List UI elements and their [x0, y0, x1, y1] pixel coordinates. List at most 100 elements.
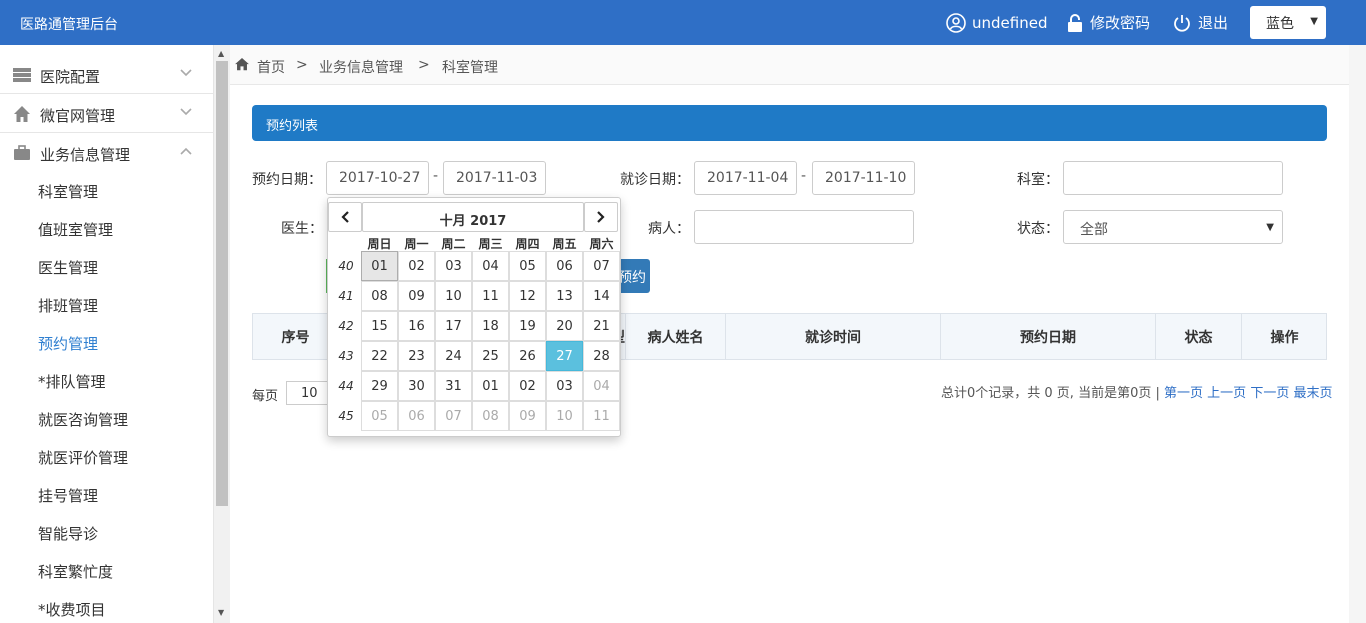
visit-date-to[interactable]: 2017-11-10	[812, 161, 915, 195]
theme-select[interactable]: 蓝色 ▼	[1250, 6, 1326, 39]
datepicker-day[interactable]: 01	[472, 371, 509, 401]
home-icon[interactable]	[235, 58, 249, 71]
datepicker-day[interactable]: 19	[509, 311, 546, 341]
sidebar-item-fees[interactable]: *收费项目	[38, 599, 106, 620]
sidebar-group-website[interactable]: 微官网管理	[0, 94, 214, 133]
datepicker-day[interactable]: 25	[472, 341, 509, 371]
logout-link[interactable]: 退出	[1172, 0, 1228, 45]
sidebar-item-doctor[interactable]: 医生管理	[38, 257, 98, 278]
breadcrumb-section[interactable]: 业务信息管理	[319, 57, 403, 77]
datepicker-prev-button[interactable]	[328, 202, 362, 232]
datepicker-day[interactable]: 30	[398, 371, 435, 401]
datepicker-day[interactable]: 16	[398, 311, 435, 341]
lock-icon	[1068, 13, 1082, 32]
datepicker-day[interactable]: 13	[546, 281, 583, 311]
status-select[interactable]: 全部 ▼	[1063, 210, 1283, 244]
datepicker-day[interactable]: 11	[472, 281, 509, 311]
user-menu[interactable]: undefined	[946, 0, 1047, 45]
datepicker-day[interactable]: 10	[546, 401, 583, 431]
breadcrumb-home[interactable]: 首页	[257, 57, 285, 77]
datepicker-day[interactable]: 04	[583, 371, 620, 401]
datepicker-day[interactable]: 03	[435, 251, 472, 281]
booking-date-to[interactable]: 2017-11-03	[443, 161, 546, 195]
sidebar-item-registration[interactable]: 挂号管理	[38, 485, 98, 506]
datepicker-day[interactable]: 09	[398, 281, 435, 311]
datepicker-day[interactable]: 20	[546, 311, 583, 341]
col-patient-name: 病人姓名	[626, 314, 726, 360]
datepicker-month-title[interactable]: 十月 2017	[362, 202, 584, 232]
datepicker-day[interactable]: 01	[361, 251, 398, 281]
sidebar-item-booking[interactable]: 预约管理	[38, 333, 98, 354]
sidebar-item-busy[interactable]: 科室繁忙度	[38, 561, 113, 582]
datepicker-day[interactable]: 11	[583, 401, 620, 431]
booking-date-from[interactable]: 2017-10-27	[326, 161, 429, 195]
sidebar-item-schedule[interactable]: 排班管理	[38, 295, 98, 316]
datepicker-day[interactable]: 28	[583, 341, 620, 371]
datepicker-day[interactable]: 06	[398, 401, 435, 431]
sidebar-item-queue[interactable]: *排队管理	[38, 371, 106, 392]
sidebar-item-guide[interactable]: 智能导诊	[38, 523, 98, 544]
datepicker-day[interactable]: 06	[546, 251, 583, 281]
datepicker-day[interactable]: 03	[546, 371, 583, 401]
datepicker-day[interactable]: 10	[435, 281, 472, 311]
scrollbar-thumb[interactable]	[216, 61, 228, 506]
datepicker-day[interactable]: 31	[435, 371, 472, 401]
pager-next[interactable]: 下一页	[1250, 386, 1289, 401]
datepicker-popup: 十月 2017 周日 周一 周二 周三 周四 周五 周六 40 01 02 03 04 05 06 07 41…	[327, 197, 621, 437]
change-password-link[interactable]: 修改密码	[1066, 0, 1150, 45]
sidebar-scrollbar[interactable]: ▲ ▼	[214, 45, 230, 623]
visit-date-from[interactable]: 2017-11-04	[694, 161, 797, 195]
pager-last[interactable]: 最末页	[1293, 386, 1332, 401]
datepicker-day[interactable]: 23	[398, 341, 435, 371]
sidebar-group-business[interactable]: 业务信息管理	[0, 133, 214, 172]
page-scroll-track	[1349, 45, 1366, 623]
datepicker-day[interactable]: 15	[361, 311, 398, 341]
sidebar-group-hospital-config[interactable]: 医院配置	[0, 55, 214, 94]
sidebar-item-consult[interactable]: 就医咨询管理	[38, 409, 128, 430]
patient-input[interactable]	[694, 210, 914, 244]
user-icon	[946, 12, 966, 33]
datepicker-day[interactable]: 26	[509, 341, 546, 371]
sidebar-item-duty-room[interactable]: 值班室管理	[38, 219, 113, 240]
datepicker-day[interactable]: 08	[472, 401, 509, 431]
datepicker-day[interactable]: 24	[435, 341, 472, 371]
dept-input[interactable]	[1063, 161, 1283, 195]
sidebar-item-dept[interactable]: 科室管理	[38, 181, 98, 202]
range-separator: -	[433, 168, 439, 184]
panel-title: 预约列表	[252, 105, 1327, 141]
datepicker-day[interactable]: 05	[361, 401, 398, 431]
datepicker-day[interactable]: 08	[361, 281, 398, 311]
datepicker-day[interactable]: 09	[509, 401, 546, 431]
sidebar-item-review[interactable]: 就医评价管理	[38, 447, 128, 468]
datepicker-day[interactable]: 02	[509, 371, 546, 401]
datepicker-day[interactable]: 21	[583, 311, 620, 341]
power-icon	[1174, 14, 1190, 32]
datepicker-next-button[interactable]	[584, 202, 618, 232]
patient-label: 病人：	[648, 221, 690, 237]
chevron-right-icon	[597, 211, 605, 223]
datepicker-day[interactable]: 05	[509, 251, 546, 281]
datepicker-day[interactable]: 02	[398, 251, 435, 281]
datepicker-day[interactable]: 17	[435, 311, 472, 341]
breadcrumb-sep: >	[296, 57, 308, 73]
scroll-down-icon[interactable]: ▼	[218, 608, 224, 617]
datepicker-day[interactable]: 22	[361, 341, 398, 371]
datepicker-day[interactable]: 29	[361, 371, 398, 401]
week-number: 43	[338, 349, 354, 363]
datepicker-day[interactable]: 18	[472, 311, 509, 341]
scroll-up-icon[interactable]: ▲	[218, 49, 224, 58]
datepicker-day[interactable]: 07	[435, 401, 472, 431]
datepicker-day[interactable]: 12	[509, 281, 546, 311]
datepicker-day[interactable]: 14	[583, 281, 620, 311]
logout-label: 退出	[1198, 14, 1229, 32]
pager-first[interactable]: 第一页	[1164, 386, 1203, 401]
status-select-value: 全部	[1080, 222, 1108, 238]
datepicker-day[interactable]: 07	[583, 251, 620, 281]
pager-prev[interactable]: 上一页	[1207, 386, 1246, 401]
user-name: undefined	[972, 13, 1048, 32]
breadcrumb: 首页 > 业务信息管理 > 科室管理	[230, 45, 1349, 85]
datepicker-day[interactable]: 27	[546, 341, 583, 371]
per-page-select[interactable]: 10	[286, 381, 330, 405]
chevron-down-icon	[180, 69, 192, 77]
datepicker-day[interactable]: 04	[472, 251, 509, 281]
